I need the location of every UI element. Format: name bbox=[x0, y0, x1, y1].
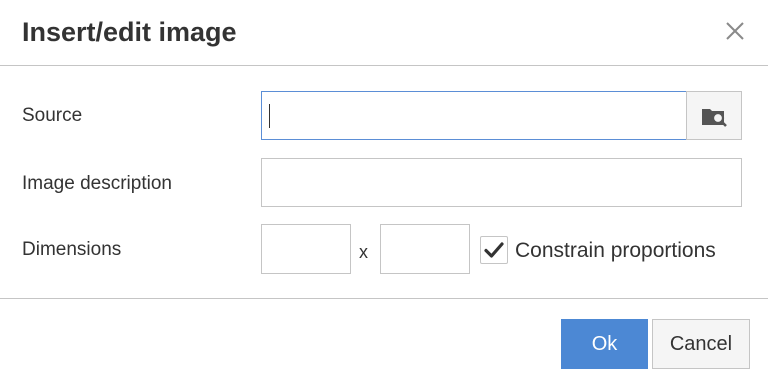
source-label: Source bbox=[22, 105, 83, 126]
width-input[interactable] bbox=[261, 224, 351, 274]
ok-button[interactable]: Ok bbox=[561, 319, 648, 369]
close-icon bbox=[726, 22, 744, 40]
checkmark-icon bbox=[484, 242, 504, 258]
text-caret bbox=[269, 104, 270, 128]
constrain-proportions-checkbox[interactable] bbox=[480, 236, 508, 264]
insert-image-dialog: Insert/edit image Source Image descripti… bbox=[0, 0, 768, 386]
dimensions-separator: x bbox=[359, 242, 368, 262]
source-input[interactable] bbox=[261, 91, 687, 140]
dialog-header: Insert/edit image bbox=[0, 0, 768, 66]
description-input[interactable] bbox=[261, 158, 742, 207]
dimensions-label: Dimensions bbox=[22, 239, 122, 260]
constrain-proportions-label[interactable]: Constrain proportions bbox=[515, 238, 716, 264]
description-label: Image description bbox=[22, 173, 172, 194]
browse-image-icon bbox=[702, 108, 727, 127]
browse-button[interactable] bbox=[686, 91, 742, 140]
dialog-title: Insert/edit image bbox=[22, 17, 237, 47]
height-input[interactable] bbox=[380, 224, 470, 274]
cancel-button[interactable]: Cancel bbox=[652, 319, 750, 369]
close-button[interactable] bbox=[720, 14, 750, 48]
